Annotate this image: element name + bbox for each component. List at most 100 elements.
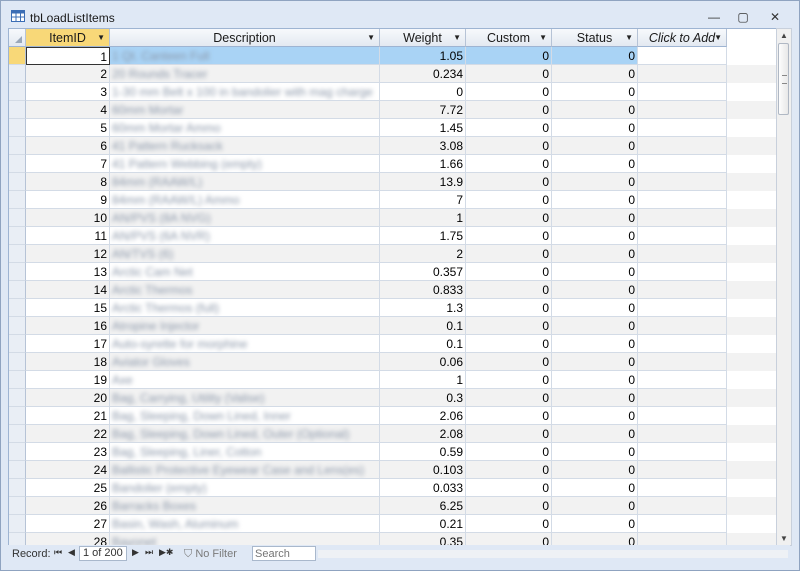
- table-row[interactable]: 23 Bag, Sleeping, Liner, Cotton 0.59 0 0: [9, 443, 777, 461]
- search-input[interactable]: [252, 546, 316, 561]
- cell-custom[interactable]: 0: [466, 479, 552, 497]
- cell-id[interactable]: 13: [26, 263, 110, 281]
- cell-id[interactable]: 1: [26, 47, 110, 65]
- cell-status[interactable]: 0: [552, 317, 638, 335]
- cell-desc[interactable]: Aviator Gloves: [110, 353, 380, 371]
- cell-weight[interactable]: 1: [380, 209, 466, 227]
- table-row[interactable]: 17 Auto-syrette for morphine 0.1 0 0: [9, 335, 777, 353]
- cell-status[interactable]: 0: [552, 119, 638, 137]
- cell-custom[interactable]: 0: [466, 299, 552, 317]
- cell-status[interactable]: 0: [552, 479, 638, 497]
- cell-status[interactable]: 0: [552, 425, 638, 443]
- table-row[interactable]: 21 Bag, Sleeping, Down Lined, Inner 2.06 0 0: [9, 407, 777, 425]
- table-row[interactable]: 3 1-30 mm Belt x 100 in bandolier with ma…: [9, 83, 777, 101]
- cell-id[interactable]: 15: [26, 299, 110, 317]
- row-selector[interactable]: [9, 461, 26, 479]
- cell-status[interactable]: 0: [552, 83, 638, 101]
- cell-desc[interactable]: 1 Qt. Canteen Full: [110, 47, 380, 65]
- row-selector[interactable]: [9, 515, 26, 533]
- row-selector[interactable]: [9, 65, 26, 83]
- cell-add[interactable]: [638, 65, 727, 83]
- cell-id[interactable]: 25: [26, 479, 110, 497]
- cell-desc[interactable]: 84mm (RAAW/L) Ammo: [110, 191, 380, 209]
- no-filter-button[interactable]: ⛉ No Filter: [184, 548, 237, 561]
- column-header-description[interactable]: Description ▼: [110, 29, 380, 47]
- cell-status[interactable]: 0: [552, 137, 638, 155]
- vertical-scrollbar[interactable]: ▲ ▼: [776, 28, 792, 546]
- cell-add[interactable]: [638, 119, 727, 137]
- cell-add[interactable]: [638, 83, 727, 101]
- column-header-click-to-add[interactable]: Click to Add ▼: [638, 29, 727, 47]
- cell-weight[interactable]: 0.06: [380, 353, 466, 371]
- previous-record-icon[interactable]: ◀: [68, 547, 75, 558]
- cell-weight[interactable]: 0.103: [380, 461, 466, 479]
- table-row[interactable]: 13 Arctic Cam Net 0.357 0 0: [9, 263, 777, 281]
- row-selector[interactable]: [9, 479, 26, 497]
- table-row[interactable]: 16 Atropine Injector 0.1 0 0: [9, 317, 777, 335]
- cell-weight[interactable]: 0.833: [380, 281, 466, 299]
- table-row[interactable]: 4 60mm Mortar 7.72 0 0: [9, 101, 777, 119]
- cell-id[interactable]: 14: [26, 281, 110, 299]
- cell-weight[interactable]: 6.25: [380, 497, 466, 515]
- row-selector[interactable]: [9, 353, 26, 371]
- table-row[interactable]: 24 Ballistic Protective Eyewear Case and …: [9, 461, 777, 479]
- cell-status[interactable]: 0: [552, 515, 638, 533]
- cell-id[interactable]: 17: [26, 335, 110, 353]
- scroll-thumb[interactable]: [778, 43, 789, 115]
- column-header-custom[interactable]: Custom ▼: [466, 29, 552, 47]
- cell-desc[interactable]: Barracks Boxes: [110, 497, 380, 515]
- row-selector[interactable]: [9, 173, 26, 191]
- cell-status[interactable]: 0: [552, 155, 638, 173]
- cell-add[interactable]: [638, 47, 727, 65]
- cell-desc[interactable]: Ballistic Protective Eyewear Case and Le…: [110, 461, 380, 479]
- cell-id[interactable]: 19: [26, 371, 110, 389]
- cell-custom[interactable]: 0: [466, 209, 552, 227]
- cell-desc[interactable]: Auto-syrette for morphine: [110, 335, 380, 353]
- cell-desc[interactable]: 84mm (RAAW/L): [110, 173, 380, 191]
- last-record-icon[interactable]: ⏭: [145, 547, 153, 558]
- table-row[interactable]: 2 20 Rounds Tracer 0.234 0 0: [9, 65, 777, 83]
- row-selector[interactable]: [9, 425, 26, 443]
- cell-custom[interactable]: 0: [466, 461, 552, 479]
- cell-id[interactable]: 10: [26, 209, 110, 227]
- cell-weight[interactable]: 1.75: [380, 227, 466, 245]
- cell-status[interactable]: 0: [552, 407, 638, 425]
- cell-add[interactable]: [638, 245, 727, 263]
- cell-desc[interactable]: 41 Pattern Rucksack: [110, 137, 380, 155]
- cell-add[interactable]: [638, 479, 727, 497]
- table-row[interactable]: 10 AN/PVS (8A NVG) 1 0 0: [9, 209, 777, 227]
- cell-weight[interactable]: 2: [380, 245, 466, 263]
- table-row[interactable]: 26 Barracks Boxes 6.25 0 0: [9, 497, 777, 515]
- cell-weight[interactable]: 0.234: [380, 65, 466, 83]
- cell-custom[interactable]: 0: [466, 425, 552, 443]
- cell-custom[interactable]: 0: [466, 227, 552, 245]
- cell-add[interactable]: [638, 263, 727, 281]
- row-selector[interactable]: [9, 209, 26, 227]
- cell-id[interactable]: 5: [26, 119, 110, 137]
- cell-status[interactable]: 0: [552, 497, 638, 515]
- cell-desc[interactable]: Bag, Sleeping, Down Lined, Inner: [110, 407, 380, 425]
- row-selector[interactable]: [9, 47, 26, 65]
- cell-weight[interactable]: 7.72: [380, 101, 466, 119]
- table-row[interactable]: 14 Arctic Thermos 0.833 0 0: [9, 281, 777, 299]
- row-selector[interactable]: [9, 245, 26, 263]
- cell-status[interactable]: 0: [552, 47, 638, 65]
- cell-custom[interactable]: 0: [466, 407, 552, 425]
- row-selector[interactable]: [9, 119, 26, 137]
- cell-weight[interactable]: 0.357: [380, 263, 466, 281]
- cell-custom[interactable]: 0: [466, 335, 552, 353]
- cell-add[interactable]: [638, 281, 727, 299]
- table-row[interactable]: 1 1 Qt. Canteen Full 1.05 0 0: [9, 47, 777, 65]
- cell-add[interactable]: [638, 515, 727, 533]
- row-selector[interactable]: [9, 263, 26, 281]
- dropdown-arrow-icon[interactable]: ▼: [625, 29, 633, 47]
- close-button[interactable]: ✕: [764, 9, 786, 25]
- cell-custom[interactable]: 0: [466, 155, 552, 173]
- minimize-button[interactable]: —: [703, 9, 725, 25]
- cell-desc[interactable]: Bandolier (empty): [110, 479, 380, 497]
- table-row[interactable]: 5 60mm Mortar Ammo 1.45 0 0: [9, 119, 777, 137]
- cell-custom[interactable]: 0: [466, 371, 552, 389]
- cell-weight[interactable]: 2.06: [380, 407, 466, 425]
- cell-weight[interactable]: 0.1: [380, 317, 466, 335]
- cell-desc[interactable]: Atropine Injector: [110, 317, 380, 335]
